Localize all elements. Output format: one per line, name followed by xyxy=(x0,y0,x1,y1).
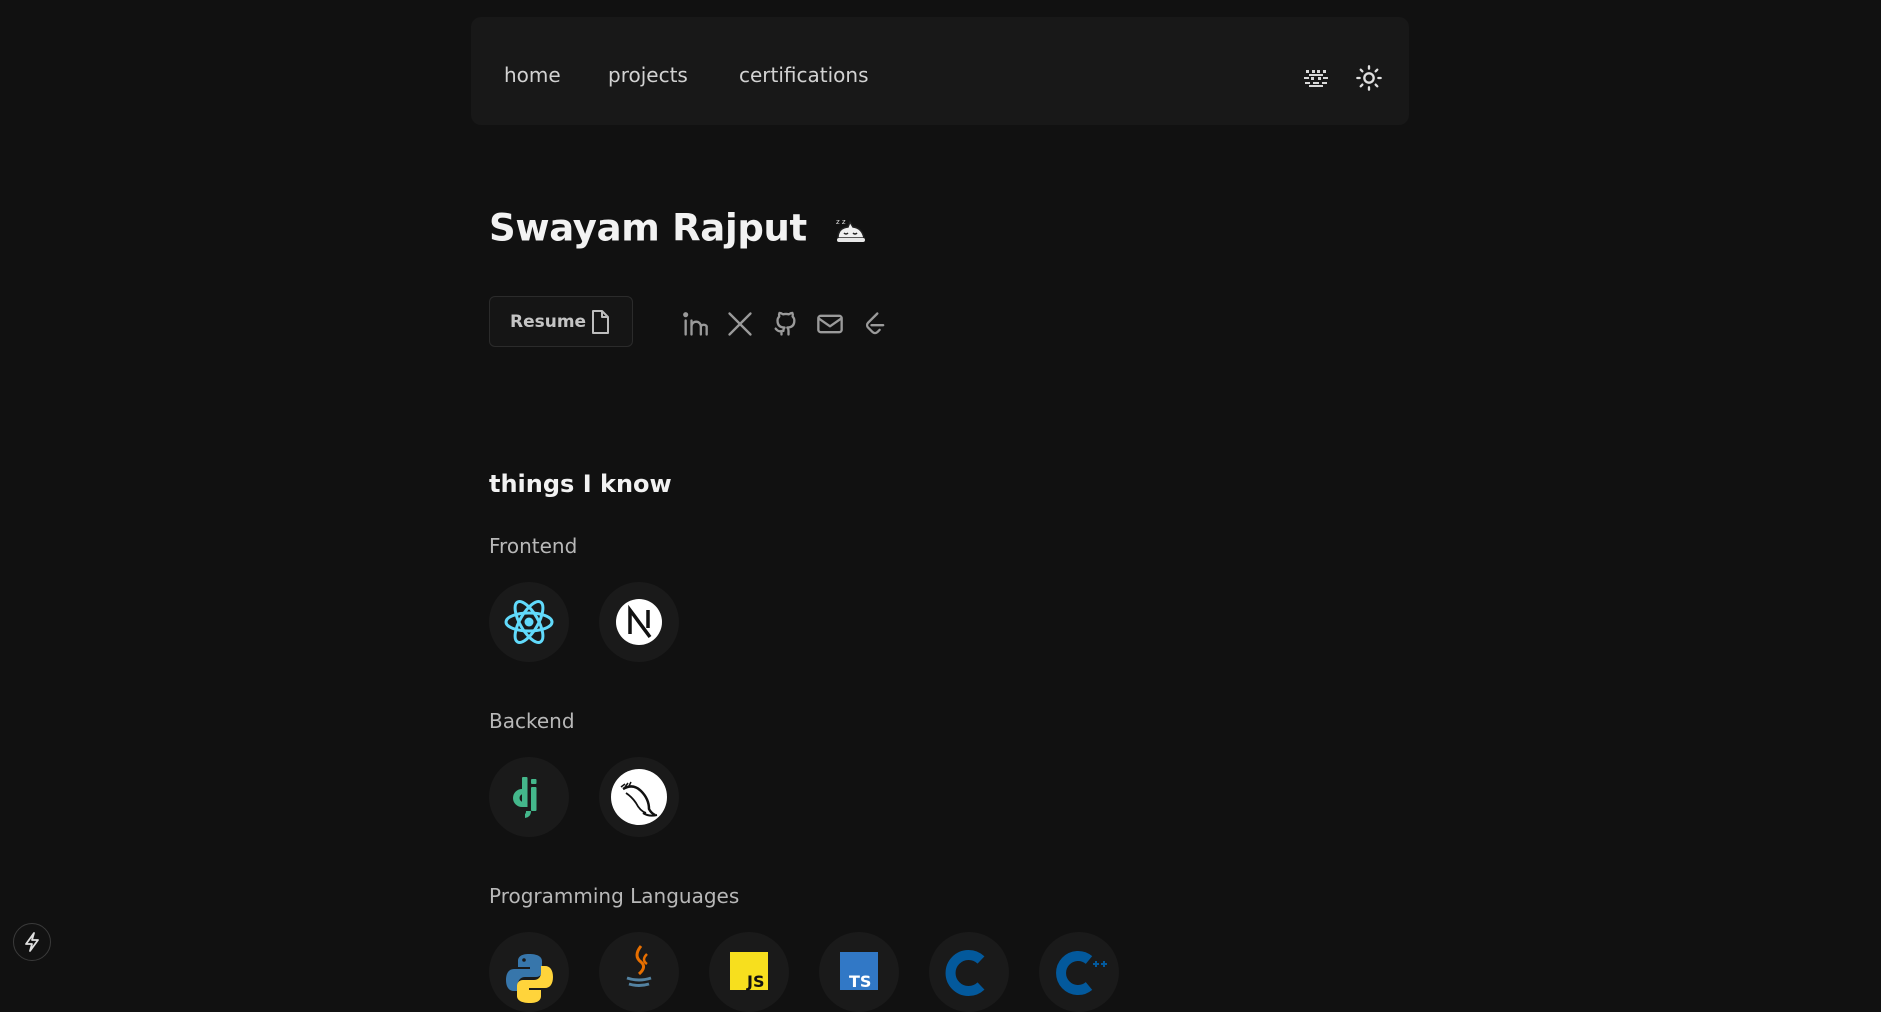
category-frontend: Frontend xyxy=(489,534,578,558)
django-icon xyxy=(489,757,569,837)
nav-link-certifications[interactable]: certifications xyxy=(739,63,869,87)
section-title-skills: things I know xyxy=(489,470,672,498)
nav-link-projects[interactable]: projects xyxy=(608,63,688,87)
cat-pixel-icon[interactable] xyxy=(1302,64,1330,92)
linkedin-icon[interactable] xyxy=(681,310,709,338)
page-title: Swayam Rajput xyxy=(489,206,807,250)
svg-text:z z: z z xyxy=(836,218,846,226)
bolt-icon[interactable] xyxy=(13,923,51,961)
sun-icon[interactable] xyxy=(1355,64,1383,92)
resume-label: Resume xyxy=(510,311,587,332)
document-icon xyxy=(588,309,612,335)
nextjs-icon xyxy=(599,582,679,662)
github-icon[interactable] xyxy=(771,310,799,338)
top-navbar: home projects certifications xyxy=(471,17,1409,125)
nav-link-home[interactable]: home xyxy=(504,63,561,87)
python-icon xyxy=(489,932,569,1012)
flask-icon xyxy=(599,757,679,837)
x-icon[interactable] xyxy=(726,310,754,338)
java-icon xyxy=(599,932,679,1012)
c-icon xyxy=(929,932,1009,1012)
leetcode-icon[interactable] xyxy=(861,310,889,338)
mail-icon[interactable] xyxy=(816,310,844,338)
sleeping-cat-icon: z z xyxy=(834,216,868,246)
cpp-icon xyxy=(1039,932,1119,1012)
category-programming-languages: Programming Languages xyxy=(489,884,740,908)
resume-button[interactable]: Resume xyxy=(489,296,633,347)
javascript-icon: JS xyxy=(709,932,789,1012)
typescript-icon: TS xyxy=(819,932,899,1012)
category-backend: Backend xyxy=(489,709,575,733)
react-icon xyxy=(489,582,569,662)
